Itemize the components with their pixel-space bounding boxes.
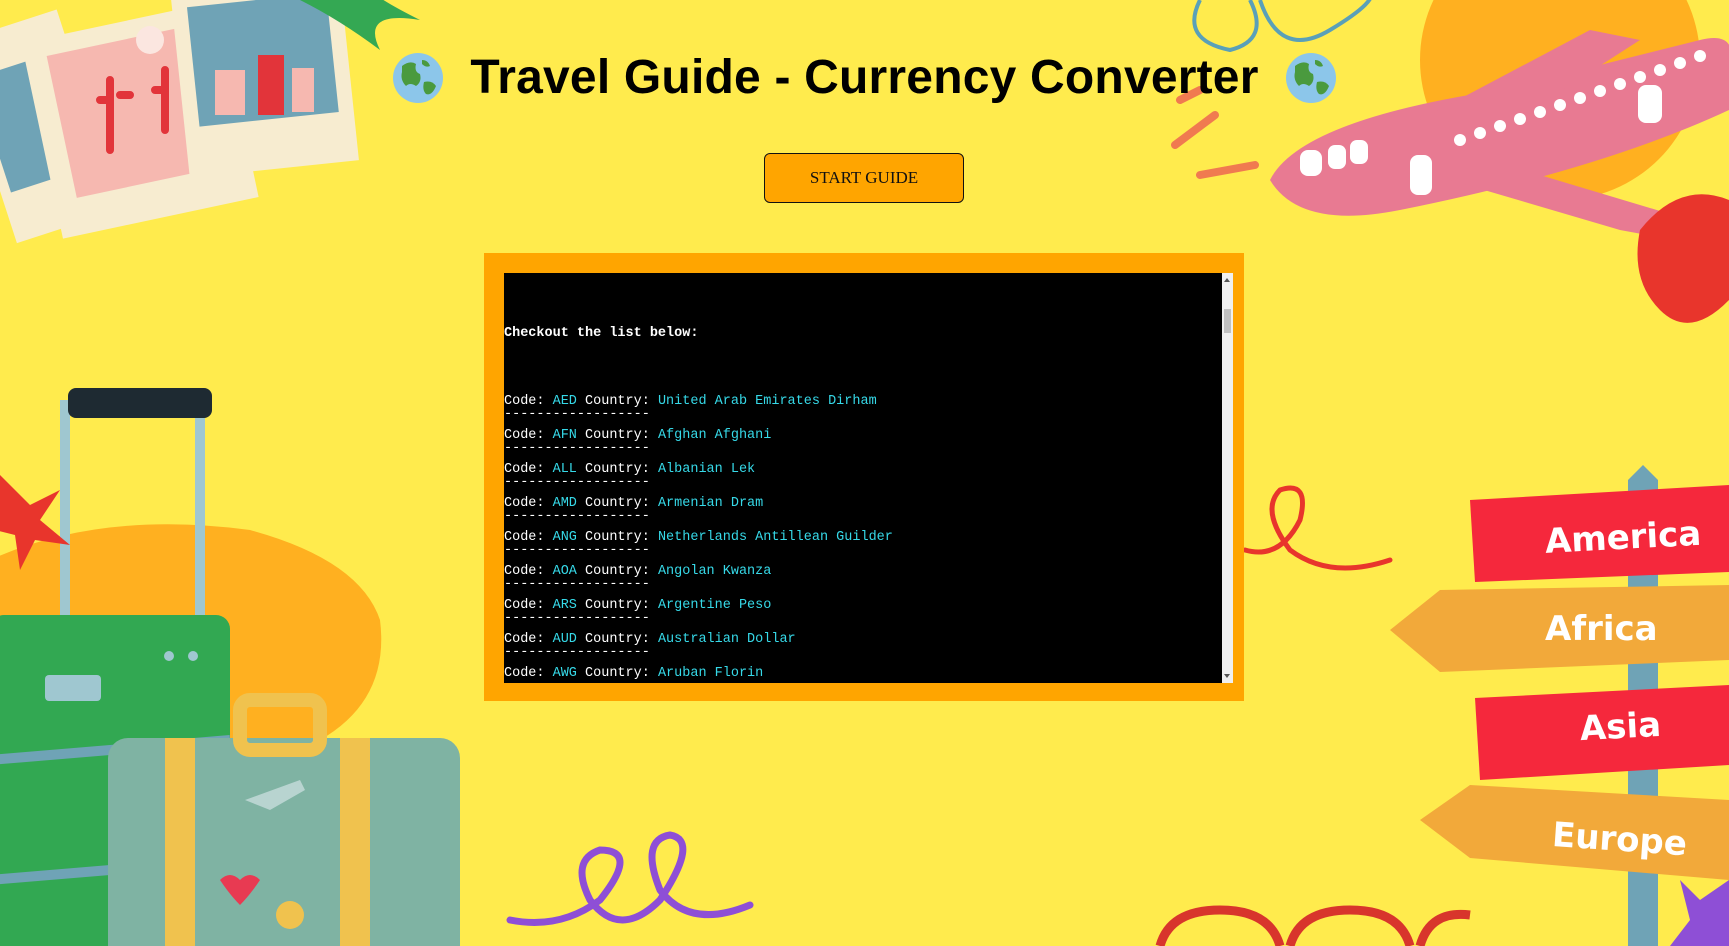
globe-icon bbox=[393, 52, 444, 103]
scroll-up-arrow-icon[interactable] bbox=[1224, 278, 1230, 282]
terminal-frame: Checkout the list below: Code: AED Count… bbox=[484, 253, 1244, 701]
currency-name: Angolan Kwanza bbox=[657, 564, 772, 579]
currency-name: Netherlands Antillean Guilder bbox=[657, 530, 893, 545]
scroll-thumb[interactable] bbox=[1224, 309, 1231, 333]
globe-icon bbox=[1285, 52, 1336, 103]
signpost-asia-label: Asia bbox=[1579, 705, 1662, 749]
signpost-illustration: America Africa Asia Europe bbox=[1390, 465, 1729, 946]
signpost-europe-label: Europe bbox=[1551, 815, 1688, 864]
terminal-scrollbar[interactable] bbox=[1222, 273, 1233, 683]
separator-line: ------------------ bbox=[504, 678, 1221, 683]
currency-name: Australian Dollar bbox=[657, 632, 796, 647]
separator-line: ------------------ bbox=[504, 645, 650, 660]
separator-line: ------------------ bbox=[504, 441, 650, 456]
separator-line: ------------------ bbox=[504, 475, 650, 490]
separator-line: ------------------ bbox=[504, 509, 650, 524]
currency-name: Armenian Dram bbox=[657, 496, 764, 511]
separator-line: ------------------ bbox=[504, 611, 650, 626]
currency-name: United Arab Emirates Dirham bbox=[657, 394, 877, 409]
purple-squiggle-decoration bbox=[506, 831, 754, 926]
page-title: Travel Guide - Currency Converter bbox=[470, 51, 1259, 104]
signpost-africa-label: Africa bbox=[1545, 609, 1658, 649]
terminal-output[interactable]: Checkout the list below: Code: AED Count… bbox=[504, 273, 1233, 683]
terminal-header: Checkout the list below: bbox=[504, 326, 699, 341]
scroll-down-arrow-icon[interactable] bbox=[1224, 674, 1230, 678]
polaroid-photos-illustration bbox=[0, 0, 420, 244]
currency-name: Albanian Lek bbox=[657, 462, 756, 477]
red-squiggle-decoration bbox=[1242, 485, 1393, 571]
airplane-illustration bbox=[1171, 0, 1729, 323]
terminal-content: Checkout the list below: Code: AED Count… bbox=[504, 291, 1221, 683]
start-guide-button[interactable]: START GUIDE bbox=[764, 153, 964, 203]
luggage-illustration bbox=[0, 388, 460, 946]
header: Travel Guide - Currency Converter bbox=[0, 50, 1729, 105]
currency-name: Aruban Florin bbox=[657, 666, 764, 681]
signpost-america-label: America bbox=[1544, 514, 1702, 562]
currency-name: Afghan Afghani bbox=[657, 428, 772, 443]
red-loops-decoration bbox=[1155, 905, 1471, 946]
currency-name: Argentine Peso bbox=[657, 598, 772, 613]
separator-line: ------------------ bbox=[504, 577, 650, 592]
